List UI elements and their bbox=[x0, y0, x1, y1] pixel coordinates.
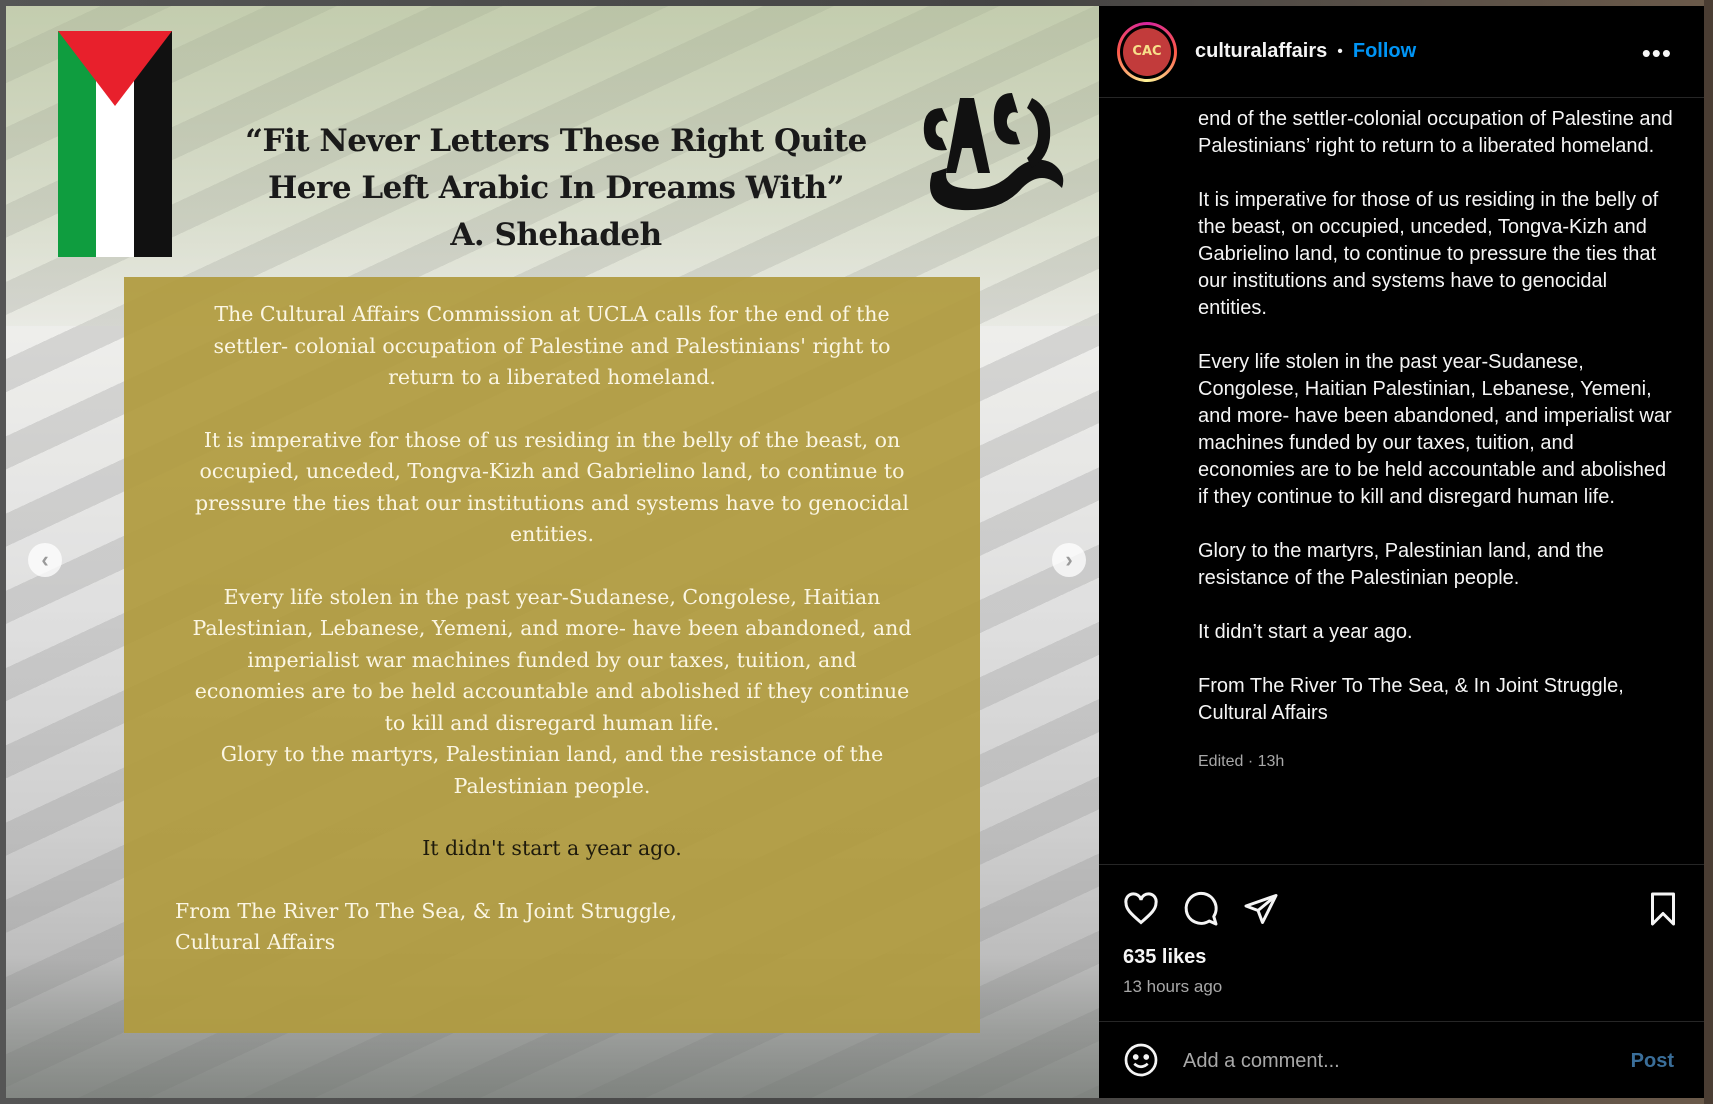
palestinian-flag bbox=[58, 31, 172, 257]
statement-paragraph: The Cultural Affairs Commission at UCLA … bbox=[213, 302, 891, 389]
carousel-next-button[interactable]: › bbox=[1052, 543, 1086, 577]
signature-line: Cultural Affairs bbox=[175, 930, 336, 954]
statement-paragraph-dark: It didn't start a year ago. bbox=[422, 836, 682, 860]
avatar-image: CAC bbox=[1123, 27, 1171, 76]
likes-count[interactable]: 635 likes bbox=[1123, 946, 1206, 969]
edited-timestamp: Edited · 13h bbox=[1198, 753, 1285, 770]
caption-signature: From The River To The Sea, & In Joint St… bbox=[1198, 673, 1673, 727]
post-time[interactable]: 13 hours ago bbox=[1123, 977, 1222, 997]
post-media: “Fit Never Letters These Right Quite Her… bbox=[6, 6, 1099, 1098]
post-panel: CAC culturalaffairs • Follow ••• The Cul… bbox=[1099, 6, 1704, 1098]
caption-signature-line: Cultural Affairs bbox=[1198, 702, 1328, 724]
more-icon[interactable]: ••• bbox=[1642, 38, 1672, 69]
signature-line: From The River To The Sea, & In Joint St… bbox=[175, 898, 678, 923]
caption-paragraph: Every life stolen in the past year-Sudan… bbox=[1198, 351, 1672, 508]
comment-bar: Post bbox=[1099, 1021, 1704, 1098]
action-row bbox=[1099, 865, 1704, 945]
chevron-right-icon: › bbox=[1065, 547, 1073, 572]
username-link[interactable]: culturalaffairs bbox=[1195, 40, 1327, 63]
quote-line: “Fit Never Letters These Right Quite bbox=[245, 123, 867, 159]
heart-icon[interactable] bbox=[1123, 891, 1159, 927]
follow-button[interactable]: Follow bbox=[1353, 40, 1416, 63]
carousel-prev-button[interactable]: ‹ bbox=[28, 543, 62, 577]
separator-dot: • bbox=[1337, 42, 1343, 60]
chevron-left-icon: ‹ bbox=[41, 547, 49, 572]
share-icon[interactable] bbox=[1243, 891, 1279, 927]
cac-logo bbox=[923, 93, 1064, 211]
statement-signature: From The River To The Sea, & In Joint St… bbox=[175, 896, 914, 959]
bookmark-icon[interactable] bbox=[1645, 891, 1681, 927]
caption-paragraph: Glory to the martyrs, Palestinian land, … bbox=[1198, 540, 1604, 589]
post-caption: The Cultural Affairs Commission at UCLA … bbox=[1198, 79, 1673, 775]
comment-input[interactable] bbox=[1183, 1044, 1583, 1078]
window-edge bbox=[1704, 0, 1713, 1104]
quote-author: A. Shehadeh bbox=[450, 217, 662, 253]
caption-paragraph: It didn’t start a year ago. bbox=[1198, 621, 1413, 643]
avatar[interactable]: CAC bbox=[1117, 21, 1177, 82]
post-comment-button[interactable]: Post bbox=[1631, 1050, 1674, 1073]
quote-line: Here Left Arabic In Dreams With” bbox=[267, 170, 845, 206]
post-header: CAC culturalaffairs • Follow ••• bbox=[1099, 6, 1704, 98]
statement-paragraph: It is imperative for those of us residin… bbox=[195, 427, 909, 547]
caption-signature-line: From The River To The Sea, & In Joint St… bbox=[1198, 675, 1624, 697]
statement-box: The Cultural Affairs Commission at UCLA … bbox=[124, 277, 980, 1033]
comment-icon[interactable] bbox=[1183, 891, 1219, 927]
statement-paragraph: Every life stolen in the past year-Sudan… bbox=[192, 584, 912, 735]
quote-block: “Fit Never Letters These Right Quite Her… bbox=[186, 118, 926, 259]
emoji-icon[interactable] bbox=[1123, 1042, 1159, 1078]
statement-paragraph: Glory to the martyrs, Palestinian land, … bbox=[220, 742, 884, 798]
action-bar bbox=[1099, 864, 1704, 945]
avatar-frame: CAC bbox=[1120, 24, 1174, 79]
caption-paragraph: It is imperative for those of us residin… bbox=[1198, 189, 1659, 319]
